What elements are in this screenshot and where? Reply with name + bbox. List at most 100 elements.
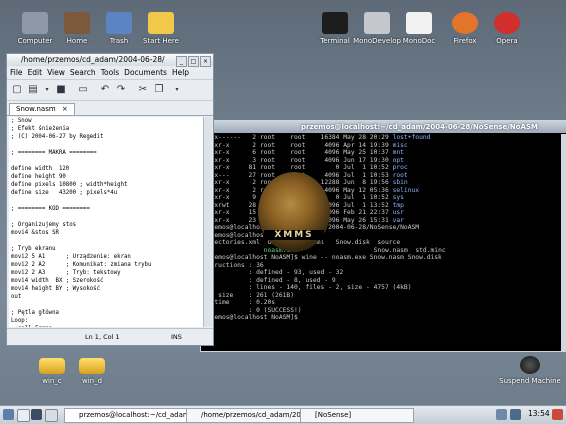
close-tab-icon[interactable]: × <box>62 105 68 113</box>
firefox-icon <box>452 12 478 34</box>
terminal-line: nstructions : 36 <box>203 261 264 269</box>
terminal-line: directories.xml directories.xml Snow.dis… <box>203 239 401 246</box>
terminal-line: przemos@localhost NoASM]$ ls <box>203 231 310 239</box>
menu-view[interactable]: View <box>47 68 65 77</box>
terminal-launcher-icon[interactable] <box>31 409 42 420</box>
icon-label: win_c <box>42 377 62 385</box>
terminal-line: xr-xr-x 3 root root 4096 Jun 17 19:30 op… <box>203 156 404 164</box>
code-line: ; ======== MAKRA ======== <box>11 150 97 156</box>
taskbar-item-nosense[interactable]: [NoSense] <box>300 408 414 423</box>
status-bar: Ln 1, Col 1 INS <box>7 328 213 345</box>
tab-bar: Snow.nasm × <box>7 101 213 116</box>
terminal-line: xr-xr-x 15 root root 4096 Feb 21 22:37 u… <box>203 209 404 216</box>
task-label: /home/przemos/cd_adam/2004-06-28/ <box>201 411 313 419</box>
terminal-line: ros : defined - 93, used - 32 <box>203 269 344 276</box>
moon-icon <box>520 356 540 374</box>
toolbar: ▢ ▤ ▾ ■ ▭ ↶ ↷ ✂ ❐ ▾ <box>7 80 213 101</box>
icon-label: Terminal <box>320 37 350 45</box>
undo-icon[interactable]: ↶ <box>99 84 111 96</box>
open-icon[interactable]: ▤ <box>27 84 39 96</box>
xmms-player[interactable]: XMMS <box>258 172 330 252</box>
terminal-line: przemos@localhost NoASM]$ wine -- noasm.… <box>203 254 442 261</box>
terminal-output[interactable]: xr-x------ 2 root root 16384 May 28 20:2… <box>203 134 561 349</box>
cut-icon[interactable]: ✂ <box>137 84 149 96</box>
terminal-window[interactable]: przemos@localhost:~/cd_adam/2004-06-28/N… <box>200 120 566 352</box>
more-icon[interactable]: ▾ <box>171 84 183 96</box>
network-icon[interactable] <box>496 409 507 420</box>
print-icon[interactable]: ▭ <box>77 84 89 96</box>
maximize-button[interactable]: □ <box>188 56 199 67</box>
opera-icon <box>494 12 520 34</box>
suspend-machine-icon[interactable]: Suspend Machine <box>494 356 566 385</box>
code-line: call Frame <box>11 325 203 327</box>
terminal-line: put size : 261 (261B) <box>203 291 294 299</box>
drive-icon-win-d[interactable]: win_d <box>62 358 122 385</box>
terminal-scrollbar[interactable] <box>561 134 566 351</box>
terminal-line: xr-xr-x 6 root root 4096 May 25 10:37 mn… <box>203 149 404 156</box>
menu-file[interactable]: File <box>10 68 23 77</box>
start-here-launcher[interactable]: Start Here <box>131 12 191 45</box>
minimize-button[interactable]: _ <box>176 56 187 67</box>
task-label: [NoSense] <box>315 411 352 419</box>
logout-icon[interactable] <box>552 409 563 420</box>
terminal-line: rce : lines - 140, files - 2, size - 475… <box>203 284 412 291</box>
text-editor[interactable]: ; Snow ; Efekt śnieżenia ; (C) 2004-06-27 … <box>9 117 203 327</box>
home-icon <box>64 12 90 34</box>
task-label: przemos@localhost:~/cd_adam/2004-06-28/N… <box>79 411 197 419</box>
code-line: ; (C) 2004-06-27 by Regedit <box>11 134 104 140</box>
code-line: ; Tryb ekranu <box>11 246 56 252</box>
menu-search[interactable]: Search <box>70 68 96 77</box>
open-menu-icon[interactable]: ▾ <box>41 84 53 96</box>
code-line: movi2 2 A2 ; Komunikat: zmiana trybu <box>11 262 152 268</box>
code-line: ; ======== KOD ======== <box>11 206 90 212</box>
new-file-icon[interactable]: ▢ <box>11 84 23 96</box>
terminal-line: przemos@localhost ~]$ cd cd_adam/2004-06… <box>203 224 420 231</box>
icon-label: Opera <box>496 37 518 45</box>
code-line: movi4 width BX ; Szerokość <box>11 278 104 284</box>
editor-scrollbar[interactable] <box>203 117 212 327</box>
monodevelop-icon <box>364 12 390 34</box>
code-line: define width 120 <box>11 166 70 172</box>
terminal-line: xr-xr-x 81 root root 0 Jul 1 10:52 proc <box>203 164 408 171</box>
terminal-line: xr-xr-x 2 root root 4096 May 12 05:36 se… <box>203 186 420 194</box>
terminal-line: els : defined - 8, used - 9 <box>203 276 336 284</box>
window-list-icon[interactable] <box>45 409 58 422</box>
code-line: Loop: <box>11 318 29 324</box>
workspace-icon[interactable] <box>17 409 30 422</box>
terminal-title: przemos@localhost:~/cd_adam/2004-06-28/N… <box>201 121 566 133</box>
terminal-line: przemos@localhost NoASM]$ <box>203 314 302 321</box>
icon-label: Firefox <box>453 37 477 45</box>
close-button[interactable]: × <box>200 56 211 67</box>
menu-help[interactable]: Help <box>172 68 189 77</box>
icon-label: Start Here <box>143 37 179 45</box>
opera-launcher[interactable]: Opera <box>477 12 537 45</box>
menu-tools[interactable]: Tools <box>101 68 119 77</box>
taskbar: przemos@localhost:~/cd_adam/2004-06-28/N… <box>0 405 566 424</box>
code-line: movi2 2 A3 ; Tryb: tekstowy <box>11 270 121 276</box>
tab-snow-nasm[interactable]: Snow.nasm × <box>9 103 75 115</box>
gedit-window[interactable]: /home/przemos/cd_adam/2004-06-28/ _ □ × Fi… <box>6 53 214 346</box>
redo-icon[interactable]: ↷ <box>115 84 127 96</box>
menu-documents[interactable]: Documents <box>124 68 167 77</box>
code-line: define pixels 10800 ; width*height <box>11 182 128 188</box>
copy-icon[interactable]: ❐ <box>153 84 165 96</box>
terminal-line: xr-xr-x 2 root root 12288 Jun 8 19:56 sb… <box>203 179 408 186</box>
speaker-icon[interactable] <box>510 409 521 420</box>
monodoc-icon <box>406 12 432 34</box>
show-desktop-icon[interactable] <box>3 409 14 420</box>
icon-label: win_d <box>81 377 103 385</box>
icon-label: Home <box>66 37 88 45</box>
terminal-line: xr-x------ 2 root root 16384 May 28 20:2… <box>203 134 431 141</box>
terminal-line: noasm.exe Snow.nasm std.minc <box>263 246 446 254</box>
menu-edit[interactable]: Edit <box>28 68 43 77</box>
taskbar-item-terminal[interactable]: przemos@localhost:~/cd_adam/2004-06-28/N… <box>64 408 198 423</box>
code-line: define height 90 <box>11 174 66 180</box>
terminal-line: xr-xr-x 23 root root 4096 May 26 15:31 v… <box>203 216 404 224</box>
save-icon[interactable]: ■ <box>55 84 67 96</box>
taskbar-item-gedit[interactable]: /home/przemos/cd_adam/2004-06-28/ <box>186 408 314 423</box>
tab-label: Snow.nasm <box>16 105 56 113</box>
